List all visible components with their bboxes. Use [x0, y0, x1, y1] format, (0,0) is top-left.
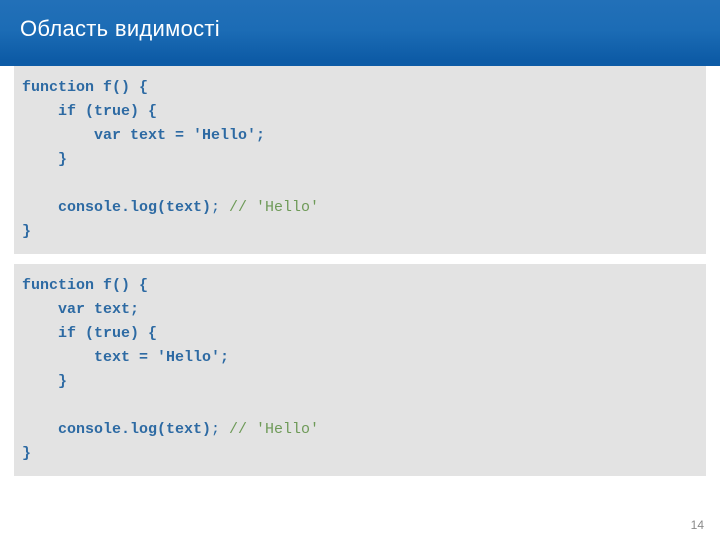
code-line: function f() {	[22, 79, 148, 96]
code-line: }	[22, 373, 67, 390]
code-line: var text;	[22, 301, 139, 318]
code-block-1: function f() { if (true) { var text = 'H…	[14, 66, 706, 254]
code-line: }	[22, 445, 31, 462]
code-line: function f() {	[22, 277, 148, 294]
code-comment: // 'Hello'	[229, 199, 319, 216]
code-line: text = 'Hello';	[22, 349, 229, 366]
code-text: ;	[211, 421, 229, 438]
code-block-2: function f() { var text; if (true) { tex…	[14, 264, 706, 476]
code-line: if (true) {	[22, 103, 157, 120]
code-comment: // 'Hello'	[229, 421, 319, 438]
slide-title: Область видимості	[20, 16, 700, 42]
slide-content: function f() { if (true) { var text = 'H…	[0, 60, 720, 476]
code-line: if (true) {	[22, 325, 157, 342]
page-number: 14	[691, 518, 704, 532]
code-line: }	[22, 223, 31, 240]
code-line: console.log(text)	[22, 199, 211, 216]
code-text: ;	[211, 199, 229, 216]
code-line: }	[22, 151, 67, 168]
code-line: console.log(text)	[22, 421, 211, 438]
code-line: var text = 'Hello';	[22, 127, 265, 144]
slide-header: Область видимості	[0, 0, 720, 60]
